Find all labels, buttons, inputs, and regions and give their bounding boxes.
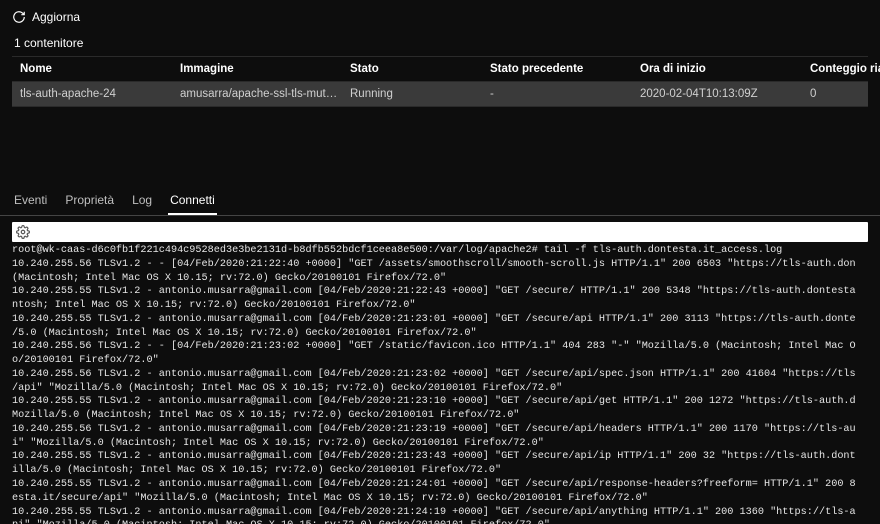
col-header-restart-count[interactable]: Conteggio riavvii (810, 63, 880, 75)
terminal-text: root@wk-caas-d6c0fb1f221c494c9528ed3e3be… (12, 245, 856, 524)
console-toolbar (12, 222, 868, 242)
col-header-start-time[interactable]: Ora di inizio (640, 63, 810, 75)
tab-properties[interactable]: Proprietà (63, 187, 116, 215)
top-section: Aggiorna 1 contenitore Nome Immagine Sta… (0, 0, 880, 107)
cell-state: Running (350, 88, 490, 100)
container-count: 1 contenitore (12, 30, 868, 56)
table-header-row[interactable]: Nome Immagine Stato Stato precedente Ora… (12, 56, 868, 82)
refresh-button[interactable]: Aggiorna (12, 8, 868, 30)
col-header-name[interactable]: Nome (20, 63, 180, 75)
col-header-prev-state[interactable]: Stato precedente (490, 63, 640, 75)
terminal-output[interactable]: root@wk-caas-d6c0fb1f221c494c9528ed3e3be… (12, 244, 868, 524)
col-header-state[interactable]: Stato (350, 63, 490, 75)
table-row[interactable]: tls-auth-apache-24 amusarra/apache-ssl-t… (12, 82, 868, 107)
tab-log[interactable]: Log (130, 187, 154, 215)
cell-restart-count: 0 (810, 88, 880, 100)
cell-name: tls-auth-apache-24 (20, 88, 180, 100)
tab-events[interactable]: Eventi (12, 187, 49, 215)
cell-start-time: 2020-02-04T10:13:09Z (640, 88, 810, 100)
tabs-bar: Eventi Proprietà Log Connetti (0, 187, 880, 216)
col-header-image[interactable]: Immagine (180, 63, 350, 75)
cell-image: amusarra/apache-ssl-tls-mutual... (180, 88, 350, 100)
gear-icon[interactable] (16, 225, 30, 239)
container-table: Nome Immagine Stato Stato precedente Ora… (12, 56, 868, 107)
tab-connect[interactable]: Connetti (168, 187, 217, 215)
refresh-label: Aggiorna (32, 10, 80, 24)
cell-prev-state: - (490, 88, 640, 100)
refresh-icon (12, 10, 26, 24)
